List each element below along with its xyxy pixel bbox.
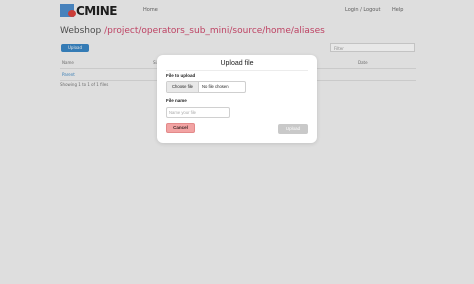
choose-file-button[interactable]: Choose file (167, 82, 199, 92)
cancel-button[interactable]: Cancel (166, 123, 195, 133)
file-picker[interactable]: Choose file No file chosen (166, 81, 246, 93)
file-name-label: File name (166, 98, 187, 103)
upload-file-dialog: Upload file File to upload Choose file N… (157, 55, 317, 143)
upload-button[interactable]: Upload (278, 124, 308, 134)
file-to-upload-label: File to upload (166, 73, 196, 78)
dialog-title: Upload file (220, 60, 254, 67)
dialog-divider (166, 70, 308, 71)
file-name-input[interactable] (166, 107, 230, 118)
no-file-chosen-text: No file chosen (202, 84, 229, 89)
